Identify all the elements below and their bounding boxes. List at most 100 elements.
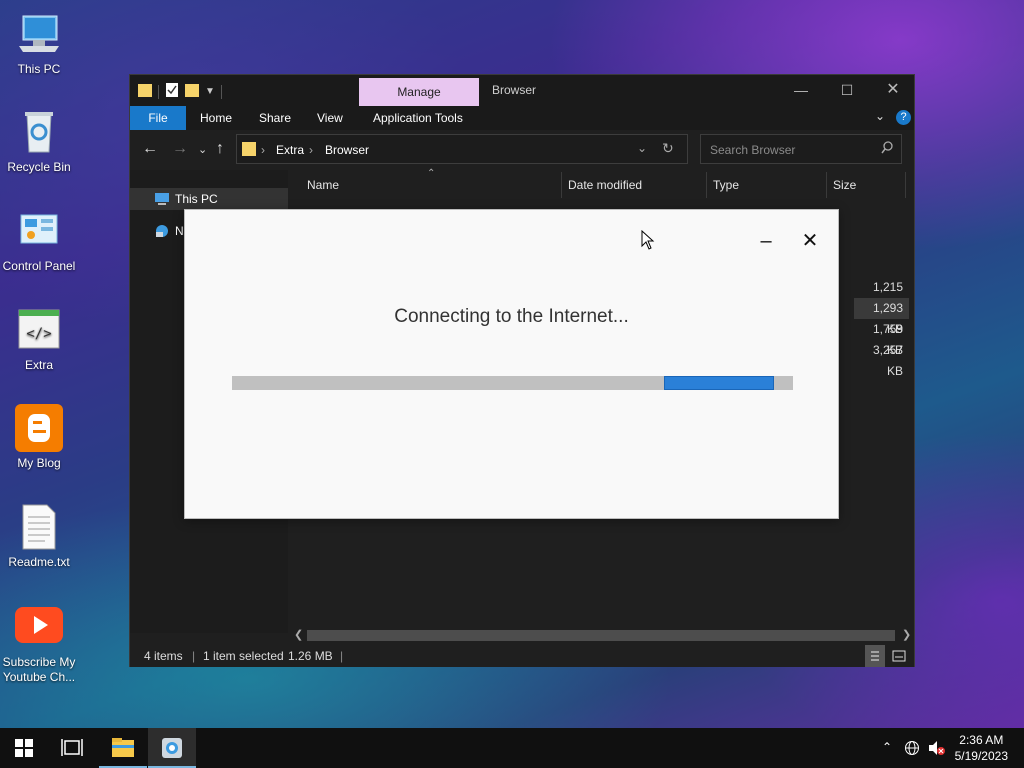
taskbar: ⌃ 2:36 AM 5/19/2023: [0, 728, 1024, 768]
taskbar-file-explorer[interactable]: [99, 728, 147, 768]
desktop-icon-label: This PC: [17, 62, 61, 76]
clock-time: 2:36 AM: [959, 733, 1004, 747]
tab-share[interactable]: Share: [259, 106, 291, 130]
system-clock[interactable]: 2:36 AM 5/19/2023: [955, 732, 1008, 764]
status-selected-size: 1.26 MB: [288, 649, 333, 663]
up-arrow-icon[interactable]: ↑: [216, 140, 224, 158]
clock-date: 5/19/2023: [954, 749, 1008, 763]
large-icons-view-button[interactable]: [889, 645, 909, 667]
scroll-right-icon[interactable]: ❯: [902, 628, 911, 641]
nav-label: N: [175, 224, 184, 238]
desktop-icon-readme[interactable]: Readme.txt: [0, 503, 78, 570]
tab-application-tools[interactable]: Application Tools: [373, 106, 463, 130]
column-header-type[interactable]: Type: [713, 178, 739, 192]
svg-text:</>: </>: [26, 326, 51, 342]
back-arrow-icon[interactable]: ←: [142, 140, 158, 158]
refresh-icon[interactable]: ↻: [662, 140, 674, 157]
window-title: Browser: [492, 83, 537, 97]
progress-bar-fill: [663, 376, 775, 390]
volume-muted-icon[interactable]: [928, 740, 946, 759]
tab-view[interactable]: View: [317, 106, 343, 130]
title-bar: ▼ Manage Browser — ☐ ✕: [130, 75, 914, 106]
folder-icon: [138, 82, 152, 101]
maximize-button[interactable]: ☐: [824, 75, 870, 105]
help-icon[interactable]: ?: [896, 110, 911, 125]
taskbar-browser-app[interactable]: [148, 728, 196, 768]
breadcrumb-separator-icon: ›: [261, 143, 265, 157]
column-separator[interactable]: [706, 172, 707, 198]
column-separator[interactable]: [826, 172, 827, 198]
desktop-icon-label: Subscribe My Youtube Ch...: [2, 655, 76, 684]
desktop-icon-label: Recycle Bin: [7, 160, 71, 174]
recycle-bin-icon: [15, 108, 63, 156]
blogger-icon: [15, 404, 63, 452]
column-header-name[interactable]: Name: [307, 178, 339, 192]
column-separator[interactable]: [561, 172, 562, 198]
dialog-message: Connecting to the Internet...: [394, 306, 629, 327]
new-folder-icon[interactable]: [185, 82, 199, 101]
minimize-button[interactable]: —: [778, 75, 824, 105]
close-button[interactable]: ✕: [870, 75, 916, 105]
connecting-dialog: – ✕ Connecting to the Internet...: [184, 209, 839, 519]
desktop-icon-label: Control Panel: [2, 259, 76, 273]
forward-arrow-icon[interactable]: →: [172, 140, 188, 158]
customize-toolbar-icon[interactable]: ▼: [205, 86, 215, 97]
search-icon[interactable]: [881, 141, 893, 158]
scroll-left-icon[interactable]: ❮: [294, 628, 303, 641]
recent-locations-icon[interactable]: ⌄: [198, 143, 207, 156]
separator: [220, 84, 222, 99]
search-placeholder: Search Browser: [710, 143, 796, 157]
details-view-button[interactable]: [865, 645, 885, 667]
browser-app-icon: [162, 738, 182, 758]
column-separator[interactable]: [905, 172, 906, 198]
horizontal-scrollbar[interactable]: ❮ ❯: [289, 627, 914, 643]
mouse-cursor-icon: [641, 229, 655, 255]
desktop-icon-recycle-bin[interactable]: Recycle Bin: [0, 108, 78, 175]
dialog-minimize-button[interactable]: –: [751, 228, 781, 254]
nav-item-this-pc[interactable]: This PC: [130, 188, 288, 210]
address-bar[interactable]: › Extra › Browser ⌄ ↻: [236, 134, 688, 164]
breadcrumb-separator-icon: ›: [309, 143, 313, 157]
control-panel-icon: [15, 207, 63, 255]
network-globe-icon[interactable]: [904, 740, 920, 759]
task-view-button[interactable]: [48, 728, 96, 768]
column-header-size[interactable]: Size: [833, 178, 856, 192]
desktop-icon-label: Readme.txt: [8, 555, 70, 569]
separator: [158, 84, 159, 99]
network-icon: [154, 223, 170, 246]
dialog-close-button[interactable]: ✕: [795, 228, 825, 254]
desktop-icon-extra[interactable]: </> Extra: [0, 306, 78, 373]
desktop-icon-control-panel[interactable]: Control Panel: [0, 207, 78, 274]
desktop-icon-youtube[interactable]: Subscribe My Youtube Ch...: [0, 603, 78, 685]
address-dropdown-icon[interactable]: ⌄: [637, 141, 647, 155]
column-header-date-modified[interactable]: Date modified: [568, 178, 642, 192]
properties-icon[interactable]: [165, 82, 179, 101]
code-file-icon: </>: [15, 306, 63, 354]
file-explorer-icon: [112, 738, 134, 757]
task-view-icon: [61, 739, 83, 756]
youtube-icon: [15, 603, 63, 651]
show-hidden-icons-chevron[interactable]: ⌃: [882, 740, 892, 754]
file-size: 3,257 KB: [872, 343, 903, 378]
status-selected: 1 item selected: [203, 649, 284, 663]
scrollbar-thumb[interactable]: [307, 630, 895, 641]
sort-arrow-icon: ⌃: [427, 168, 436, 179]
chevron-down-icon[interactable]: ⌄: [875, 109, 885, 123]
this-pc-icon: [15, 10, 63, 58]
address-toolbar: ← → ⌄ ↑ › Extra › Browser ⌄ ↻ Search Bro…: [130, 130, 914, 170]
folder-icon: [242, 141, 256, 160]
status-separator: |: [340, 649, 344, 663]
tab-manage[interactable]: Manage: [359, 78, 479, 106]
search-input[interactable]: Search Browser: [700, 134, 902, 164]
desktop-icon-label: My Blog: [17, 456, 61, 470]
start-button[interactable]: [0, 728, 48, 768]
status-separator: |: [192, 649, 196, 663]
breadcrumb-browser[interactable]: Browser: [325, 143, 369, 157]
text-file-icon: [15, 503, 63, 551]
desktop-icon-this-pc[interactable]: This PC: [0, 10, 78, 77]
tab-home[interactable]: Home: [200, 106, 232, 130]
desktop-icon-my-blog[interactable]: My Blog: [0, 404, 78, 471]
breadcrumb-extra[interactable]: Extra: [276, 143, 304, 157]
tab-file[interactable]: File: [130, 106, 186, 130]
file-size: 1,293 KB: [854, 298, 909, 336]
